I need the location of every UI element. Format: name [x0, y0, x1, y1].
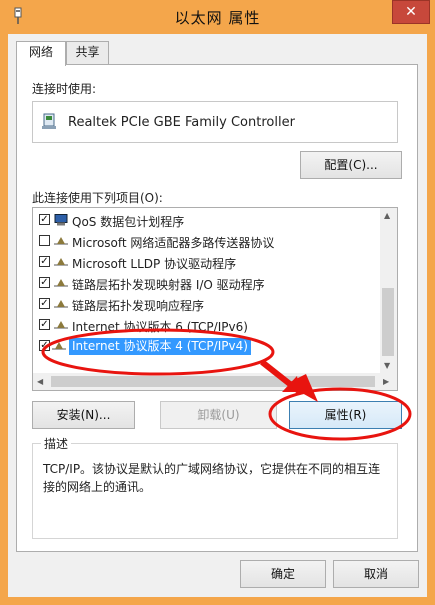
horizontal-scrollbar[interactable]: ◀ ▶	[33, 373, 397, 390]
network-tab-panel: 连接时使用: Realtek PCIe GBE Family Controlle…	[16, 64, 418, 552]
scroll-thumb[interactable]	[382, 288, 394, 356]
description-group: 描述 TCP/IP。该协议是默认的广域网络协议，它提供在不同的相互连接的网络上的…	[32, 435, 398, 539]
protocol-icon	[52, 342, 66, 350]
item-label: 链路层拓扑发现响应程序	[72, 299, 205, 313]
properties-button[interactable]: 属性(R)	[289, 401, 402, 429]
protocol-icon	[54, 300, 68, 308]
items-label: 此连接使用下列项目(O):	[32, 191, 163, 205]
scroll-up-icon[interactable]: ▲	[384, 211, 390, 220]
title-bar[interactable]: 以太网 属性 ✕	[0, 0, 435, 33]
vertical-scrollbar[interactable]: ▲ ▼	[380, 208, 397, 374]
item-checkbox[interactable]: ✓	[39, 340, 50, 351]
item-checkbox[interactable]: ✓	[39, 277, 50, 288]
list-item-selected[interactable]: ✓ Internet 协议版本 4 (TCP/IPv4)	[33, 336, 378, 357]
scroll-thumb[interactable]	[51, 376, 375, 387]
item-label: Internet 协议版本 6 (TCP/IPv6)	[72, 320, 248, 334]
description-text: TCP/IP。该协议是默认的广域网络协议，它提供在不同的相互连接的网络上的通讯。	[43, 462, 381, 494]
close-button[interactable]: ✕	[392, 0, 430, 24]
item-label: Internet 协议版本 4 (TCP/IPv4)	[69, 338, 251, 355]
scroll-right-icon[interactable]: ▶	[383, 377, 389, 386]
tab-network[interactable]: 网络	[16, 41, 66, 66]
adapter-name: Realtek PCIe GBE Family Controller	[68, 115, 295, 130]
cancel-button[interactable]: 取消	[333, 560, 419, 588]
item-checkbox[interactable]: ✓	[39, 256, 50, 267]
item-label: 链路层拓扑发现映射器 I/O 驱动程序	[72, 278, 265, 292]
dialog-client: 网络 共享 连接时使用: Realtek PCIe GBE Family Con…	[8, 34, 427, 597]
item-checkbox[interactable]: ✓	[39, 214, 50, 225]
scroll-left-icon[interactable]: ◀	[37, 377, 43, 386]
item-label: QoS 数据包计划程序	[72, 215, 185, 229]
install-button[interactable]: 安装(N)...	[32, 401, 135, 429]
list-item[interactable]: ✓ 链路层拓扑发现映射器 I/O 驱动程序	[33, 273, 378, 294]
protocol-icon	[54, 237, 68, 245]
list-item[interactable]: ✓ Microsoft LLDP 协议驱动程序	[33, 252, 378, 273]
adapter-field: Realtek PCIe GBE Family Controller	[32, 101, 398, 143]
protocol-icon	[54, 258, 68, 266]
item-label: Microsoft LLDP 协议驱动程序	[72, 257, 237, 271]
uninstall-button[interactable]: 卸载(U)	[160, 401, 277, 429]
item-checkbox[interactable]	[39, 235, 50, 246]
protocol-icon	[54, 321, 68, 329]
tab-sharing[interactable]: 共享	[66, 41, 109, 64]
item-checkbox[interactable]: ✓	[39, 298, 50, 309]
description-title: 描述	[41, 435, 72, 452]
window-title: 以太网 属性	[174, 9, 261, 27]
list-item[interactable]: ✓ 链路层拓扑发现响应程序	[33, 294, 378, 315]
list-item[interactable]: Microsoft 网络适配器多路传送器协议	[33, 231, 378, 252]
dialog-window: 以太网 属性 ✕ 网络 共享 连接时使用: Realtek PCIe GBE F…	[0, 0, 435, 605]
list-item[interactable]: ✓ QoS 数据包计划程序	[33, 210, 378, 231]
network-adapter-icon	[42, 113, 56, 129]
ok-button[interactable]: 确定	[240, 560, 326, 588]
configure-button[interactable]: 配置(C)...	[300, 151, 402, 179]
protocol-icon	[54, 279, 68, 287]
components-list[interactable]: ✓ QoS 数据包计划程序 Microsoft 网络适配器多路传送器协议 ✓ M…	[32, 207, 398, 391]
item-checkbox[interactable]: ✓	[39, 319, 50, 330]
network-component-icon	[54, 214, 68, 226]
list-item[interactable]: ✓ Internet 协议版本 6 (TCP/IPv6)	[33, 315, 378, 336]
item-label: Microsoft 网络适配器多路传送器协议	[72, 236, 275, 250]
scroll-down-icon[interactable]: ▼	[384, 361, 390, 370]
connect-using-label: 连接时使用:	[32, 82, 97, 96]
